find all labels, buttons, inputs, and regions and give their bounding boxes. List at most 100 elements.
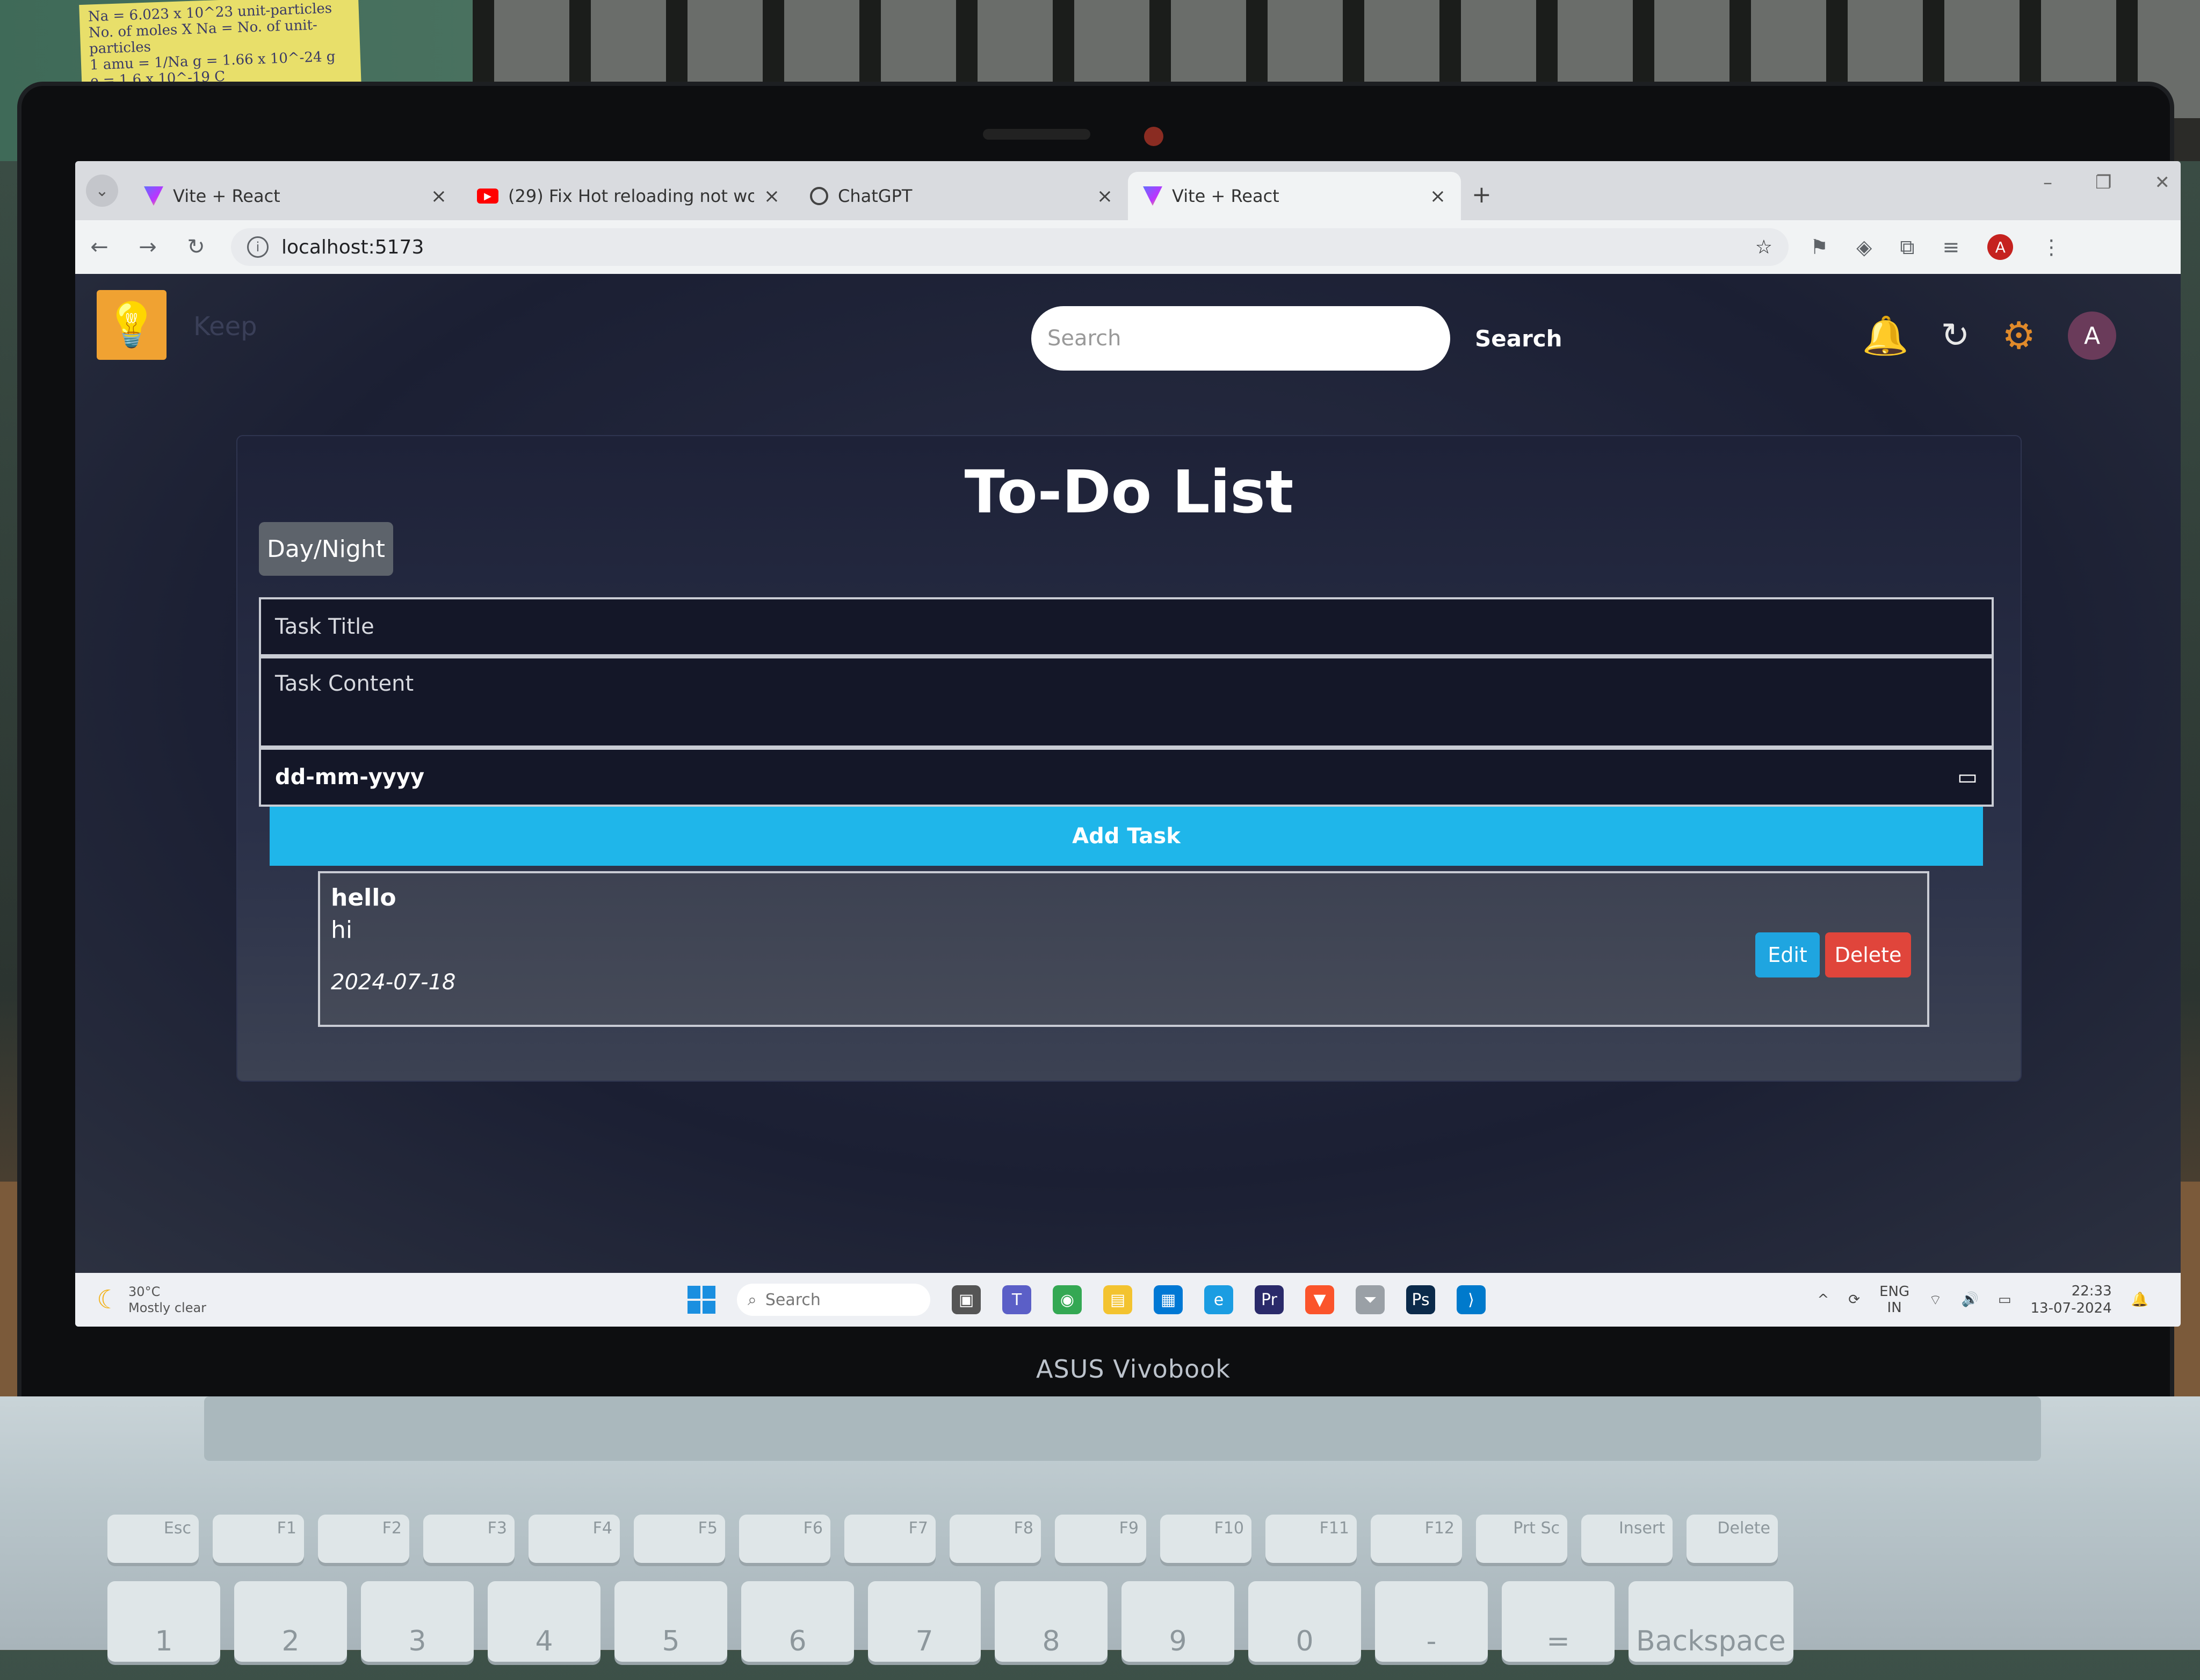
file-explorer-icon[interactable]: ▤ — [1103, 1285, 1132, 1314]
chrome-icon[interactable]: ◉ — [1053, 1285, 1082, 1314]
notification-bell-icon[interactable]: 🔔 — [2131, 1292, 2148, 1308]
sync-icon[interactable]: ⟳ — [1848, 1292, 1860, 1308]
vscode-icon[interactable]: ⟩ — [1457, 1285, 1486, 1314]
keyboard-key: F9 — [1055, 1515, 1146, 1563]
keyboard-key: Delete — [1687, 1515, 1778, 1563]
add-task-button[interactable]: Add Task — [270, 807, 1983, 866]
page-title: To-Do List — [964, 458, 1294, 526]
tab-title: (29) Fix Hot reloading not work — [508, 186, 754, 206]
bookmark-star-icon[interactable]: ☆ — [1755, 236, 1772, 258]
task-item-date: 2024-07-18 — [331, 970, 456, 995]
weather-widget[interactable]: ☾ 30°C Mostly clear — [97, 1284, 419, 1316]
keyboard-key: F3 — [423, 1515, 515, 1563]
close-icon[interactable]: × — [1430, 185, 1446, 207]
browser-tab[interactable]: ▶ (29) Fix Hot reloading not work × — [462, 172, 795, 220]
taskbar-apps: ⌕ Search ▣ T ◉ ▤ ▦ e Pr ▼ ⏷ Ps ⟩ — [688, 1284, 1486, 1316]
new-tab-button[interactable]: + — [1472, 181, 1492, 208]
url-field[interactable]: i localhost:5173 ☆ — [231, 228, 1789, 266]
browser-tab-strip: ⌄ Vite + React × ▶ (29) Fix Hot reloadin… — [75, 161, 2181, 220]
task-content-textarea[interactable]: Task Content — [259, 656, 1994, 748]
task-view-icon[interactable]: ▣ — [952, 1285, 981, 1314]
window-controls: – ❐ ✕ — [2043, 172, 2170, 193]
keyboard-key: F2 — [318, 1515, 409, 1563]
keyboard-key: F11 — [1265, 1515, 1357, 1563]
tab-title: Vite + React — [1172, 186, 1279, 206]
taskbar-search-label: Search — [765, 1290, 821, 1309]
windows-taskbar: ☾ 30°C Mostly clear ⌕ Search ▣ T ◉ ▤ ▦ e… — [75, 1273, 2181, 1327]
search-button[interactable]: Search — [1472, 325, 1566, 352]
vite-icon — [1143, 186, 1162, 206]
site-info-icon[interactable]: i — [247, 236, 269, 258]
app-name: Keep — [193, 312, 257, 342]
edit-button[interactable]: Edit — [1755, 932, 1820, 977]
task-title-input[interactable]: Task Title — [259, 597, 1994, 656]
chevron-up-icon[interactable]: ^ — [1817, 1292, 1829, 1308]
keyboard-key: F1 — [213, 1515, 304, 1563]
photoshop-icon[interactable]: Ps — [1406, 1285, 1435, 1314]
gear-icon[interactable]: ⚙ — [2002, 314, 2036, 358]
media-control-icon[interactable]: ≡ — [1942, 235, 1959, 259]
task-item: hello hi 2024-07-18 Edit Delete — [318, 871, 1929, 1027]
language-label: ENG — [1879, 1284, 1910, 1300]
menu-dots-icon[interactable]: ⋮ — [2041, 235, 2061, 259]
windows-start-icon[interactable] — [688, 1286, 715, 1314]
browser-tab[interactable]: ChatGPT × — [795, 172, 1128, 220]
bell-icon[interactable]: 🔔 — [1862, 314, 1908, 358]
keyboard-key: F10 — [1160, 1515, 1251, 1563]
volume-icon[interactable]: 🔊 — [1962, 1292, 1979, 1308]
puzzle-icon[interactable]: ⧉ — [1900, 235, 1914, 259]
search-bar: Search — [1031, 306, 1566, 371]
minimize-button[interactable]: – — [2043, 172, 2052, 193]
taskbar-search[interactable]: ⌕ Search — [737, 1284, 930, 1316]
laptop-brand: ASUS Vivobook — [1036, 1355, 1231, 1384]
camera-shutter — [983, 129, 1090, 140]
extension-flag-icon[interactable]: ⚑ — [1810, 235, 1828, 259]
close-icon[interactable]: × — [764, 185, 780, 207]
browser-tab-active[interactable]: Vite + React × — [1128, 172, 1461, 220]
task-item-title: hello — [331, 884, 396, 911]
avatar[interactable]: A — [2068, 312, 2116, 360]
close-icon[interactable]: × — [1097, 185, 1113, 207]
keyboard-key: F5 — [634, 1515, 725, 1563]
teams-icon[interactable]: T — [1002, 1285, 1031, 1314]
refresh-icon[interactable]: ↻ — [1941, 316, 1970, 356]
browser-tab[interactable]: Vite + React × — [129, 172, 462, 220]
chatgpt-icon — [810, 187, 828, 205]
search-input[interactable] — [1031, 306, 1450, 371]
day-night-toggle-button[interactable]: Day/Night — [259, 522, 393, 576]
brave-icon[interactable]: ▼ — [1305, 1285, 1334, 1314]
close-icon[interactable]: × — [431, 185, 447, 207]
delete-button[interactable]: Delete — [1825, 932, 1911, 977]
store-icon[interactable]: ▦ — [1154, 1285, 1183, 1314]
todo-card: To-Do List Day/Night Task Title Task Con… — [236, 435, 2022, 1082]
keyboard-key: F6 — [739, 1515, 830, 1563]
calendar-icon[interactable]: ▭ — [1957, 750, 1978, 805]
wifi-icon[interactable]: ⌔ — [1929, 1291, 1942, 1309]
premiere-icon[interactable]: Pr — [1255, 1285, 1284, 1314]
close-window-button[interactable]: ✕ — [2155, 172, 2170, 193]
filter-app-icon[interactable]: ⏷ — [1356, 1285, 1385, 1314]
weather-description: Mostly clear — [128, 1300, 207, 1315]
webcam — [1144, 127, 1163, 146]
tab-title: Vite + React — [173, 186, 280, 206]
edge-icon[interactable]: e — [1204, 1285, 1233, 1314]
back-arrow-icon[interactable]: ← — [75, 235, 124, 259]
extension-icon[interactable]: ◈ — [1856, 235, 1872, 259]
reload-icon[interactable]: ↻ — [172, 235, 220, 259]
language-indicator[interactable]: ENG IN — [1879, 1284, 1909, 1316]
clock-date: 13-07-2024 — [2030, 1300, 2112, 1316]
navbar-icons: 🔔 ↻ ⚙ A — [1862, 312, 2116, 360]
task-item-content: hi — [331, 916, 353, 944]
forward-arrow-icon[interactable]: → — [124, 235, 172, 259]
profile-avatar[interactable]: A — [1987, 234, 2014, 260]
tab-title: ChatGPT — [838, 186, 913, 206]
clock-time: 22:33 — [2071, 1283, 2112, 1299]
battery-icon[interactable]: ▭ — [1998, 1292, 2011, 1308]
tab-search-chevron-icon[interactable]: ⌄ — [86, 175, 118, 207]
region-label: IN — [1887, 1300, 1902, 1316]
keyboard-key: Esc — [107, 1515, 199, 1563]
task-date-input[interactable]: dd-mm-yyyy ▭ — [259, 748, 1994, 807]
clock[interactable]: 22:33 13-07-2024 — [2031, 1283, 2112, 1317]
restore-button[interactable]: ❐ — [2095, 172, 2111, 193]
app-navbar: 💡 Keep Search 🔔 ↻ ⚙ A — [75, 274, 2181, 371]
